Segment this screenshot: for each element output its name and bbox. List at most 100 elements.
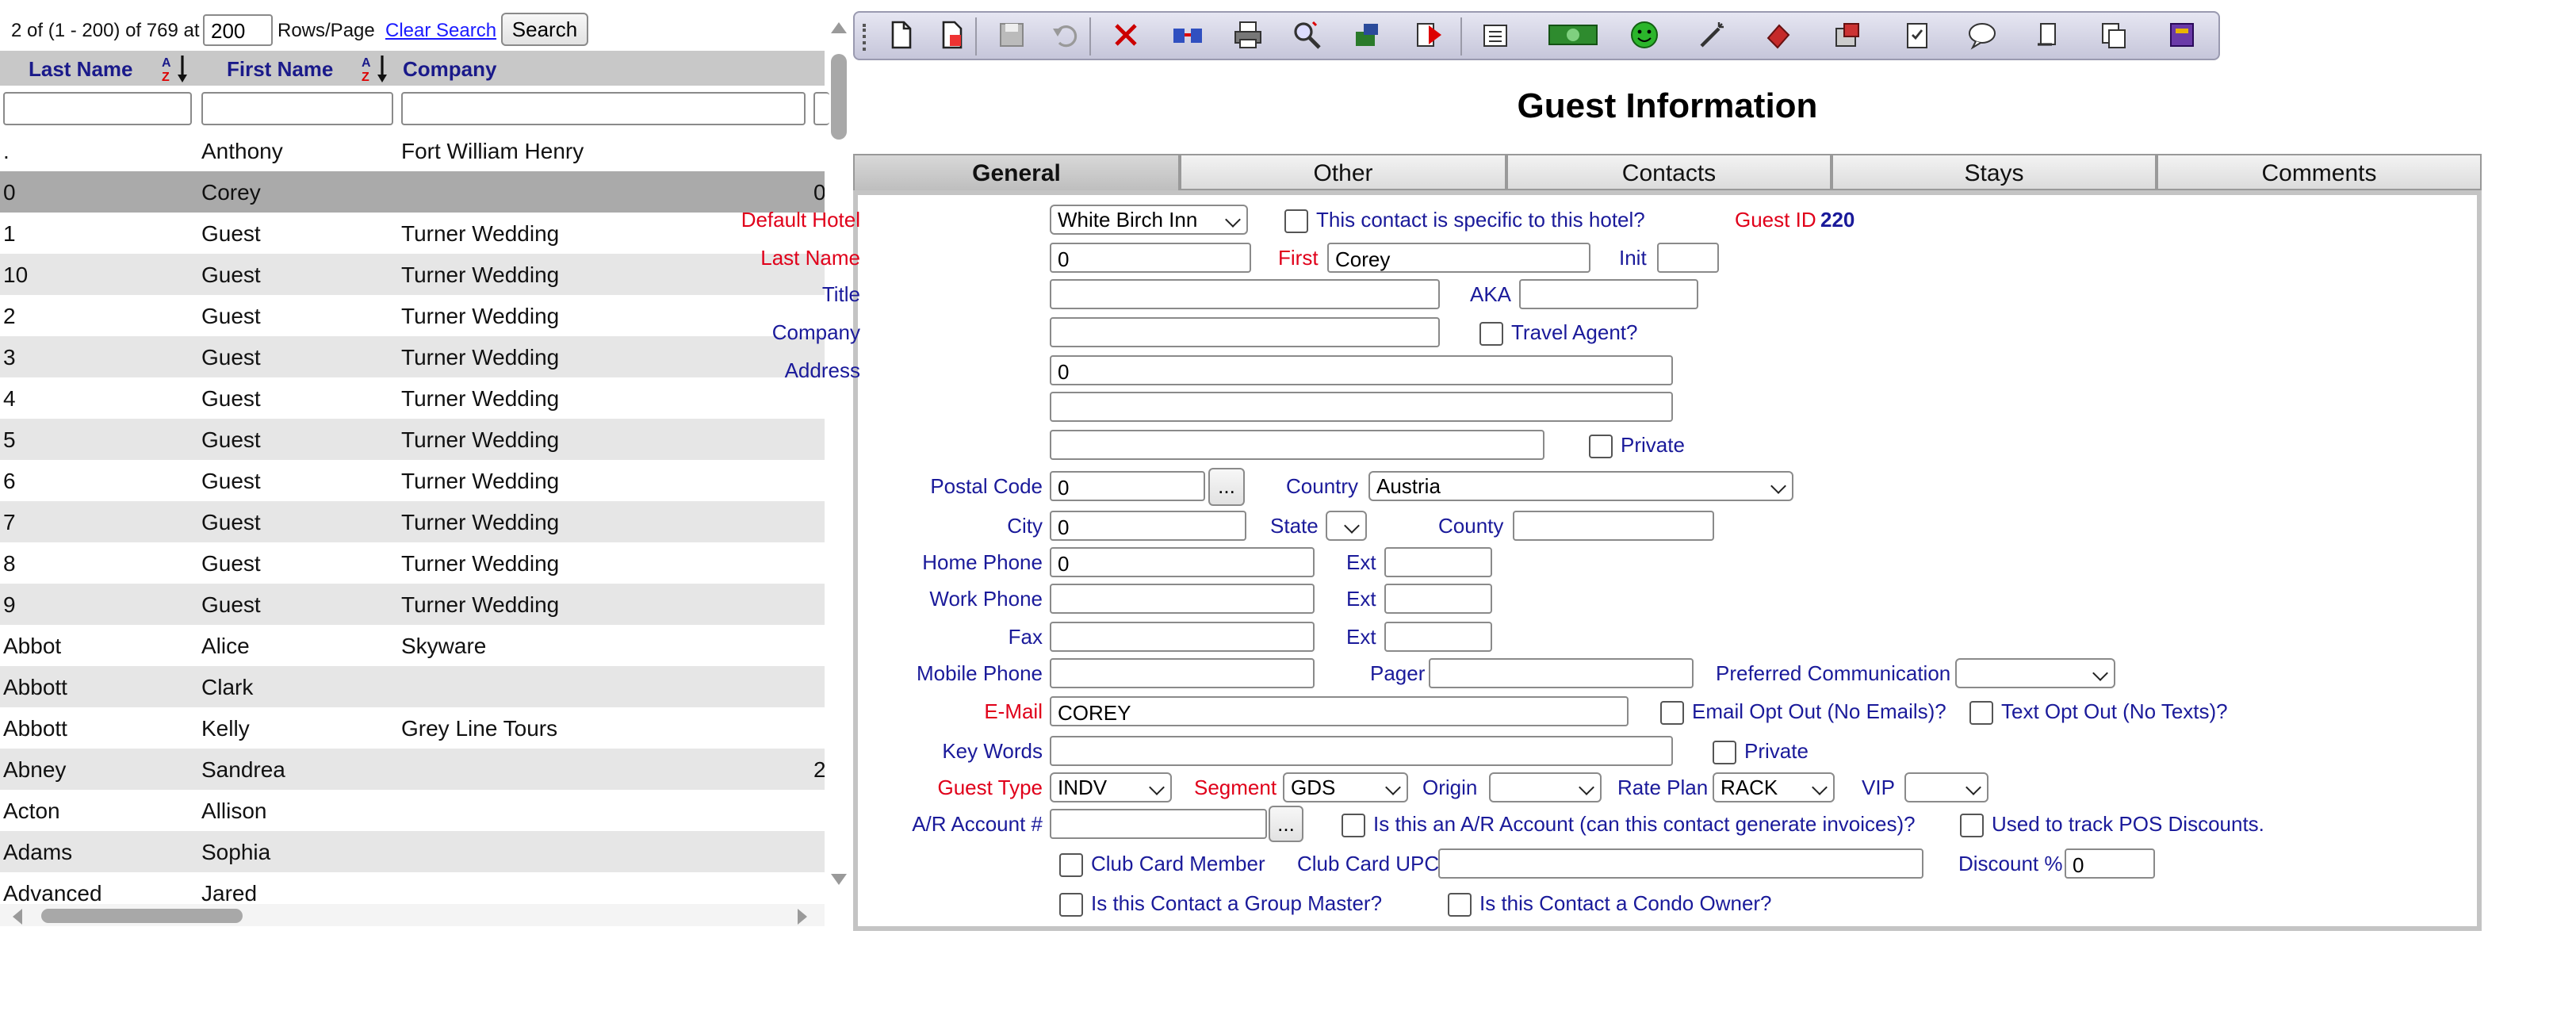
is-ar-account-checkbox[interactable] xyxy=(1342,814,1365,837)
comment-icon[interactable] xyxy=(1965,19,2000,54)
book-icon[interactable] xyxy=(2165,19,2199,54)
list-item[interactable]: 9 Guest Turner Wedding xyxy=(0,584,825,625)
list-item[interactable]: Abbott Clark xyxy=(0,666,825,707)
package-icon[interactable] xyxy=(1830,19,1865,54)
list-item[interactable]: 3 Guest Turner Wedding xyxy=(0,336,825,377)
list-item-selected[interactable]: 0Corey0 xyxy=(0,171,825,213)
print-icon[interactable] xyxy=(1231,19,1265,54)
export-icon[interactable] xyxy=(1411,19,1446,54)
eraser-icon[interactable] xyxy=(1760,19,1795,54)
list-item[interactable]: 10 Guest Turner Wedding xyxy=(0,254,825,295)
tab-stays[interactable]: Stays xyxy=(1832,154,2157,190)
fax-input[interactable] xyxy=(1050,622,1315,652)
club-card-member-checkbox[interactable] xyxy=(1059,853,1083,877)
specific-hotel-checkbox[interactable] xyxy=(1284,209,1308,233)
rows-per-page-input[interactable]: 200 xyxy=(203,14,273,46)
tab-general[interactable]: General xyxy=(853,154,1180,192)
rate-plan-select[interactable]: RACK xyxy=(1713,772,1835,802)
new-document-icon[interactable] xyxy=(883,19,918,54)
guest-type-select[interactable]: INDV xyxy=(1050,772,1172,802)
sort-az-icon[interactable]: AZ xyxy=(162,52,190,84)
scroll-right-arrow-icon[interactable] xyxy=(798,909,807,925)
horizontal-scrollbar[interactable] xyxy=(0,904,825,926)
company-input[interactable] xyxy=(1050,317,1440,347)
discount-input[interactable]: 0 xyxy=(2065,848,2155,879)
scroll-up-arrow-icon[interactable] xyxy=(831,22,847,33)
title-input[interactable] xyxy=(1050,279,1440,309)
segment-select[interactable]: GDS xyxy=(1283,772,1408,802)
list-item[interactable]: AbneySandrea2 xyxy=(0,749,825,790)
pager-input[interactable] xyxy=(1429,658,1694,688)
header-first-name[interactable]: First Name xyxy=(227,57,333,81)
search-zoom-icon[interactable] xyxy=(1289,19,1324,54)
postal-lookup-button[interactable]: ... xyxy=(1208,468,1245,506)
list-item[interactable]: 1 Guest Turner Wedding xyxy=(0,213,825,254)
pos-discounts-checkbox[interactable] xyxy=(1960,814,1984,837)
filter-extra-input[interactable] xyxy=(813,92,829,125)
header-last-name[interactable]: Last Name xyxy=(29,57,133,81)
address-private-checkbox[interactable] xyxy=(1589,435,1613,458)
save-icon[interactable] xyxy=(994,19,1029,54)
text-opt-out-checkbox[interactable] xyxy=(1969,701,1993,725)
address-line1-input[interactable]: 0 xyxy=(1050,355,1673,385)
list-item[interactable]: Abbot Alice Skyware xyxy=(0,625,825,666)
key-words-private-checkbox[interactable] xyxy=(1713,741,1736,764)
scroll-left-arrow-icon[interactable] xyxy=(13,909,22,925)
vip-select[interactable] xyxy=(1904,772,1988,802)
club-card-upc-input[interactable] xyxy=(1438,848,1923,879)
fax-ext-input[interactable] xyxy=(1384,622,1492,652)
tab-other[interactable]: Other xyxy=(1180,154,1506,190)
preferred-communication-select[interactable] xyxy=(1955,658,2115,688)
list-item[interactable]: Abbott Kelly Grey Line Tours xyxy=(0,707,825,749)
scroll-icon[interactable] xyxy=(2030,19,2065,54)
copy-document-icon[interactable] xyxy=(934,19,969,54)
work-ext-input[interactable] xyxy=(1384,584,1492,614)
filter-last-name-input[interactable] xyxy=(3,92,192,125)
ar-account-input[interactable] xyxy=(1050,809,1267,839)
postal-code-input[interactable]: 0 xyxy=(1050,471,1205,501)
copy-clipboard-icon[interactable] xyxy=(2096,19,2131,54)
scroll-down-arrow-icon[interactable] xyxy=(831,874,847,885)
search-button[interactable]: Search xyxy=(501,13,588,46)
money-icon[interactable] xyxy=(1548,19,1598,54)
home-phone-input[interactable]: 0 xyxy=(1050,547,1315,577)
smiley-icon[interactable] xyxy=(1627,19,1662,54)
list-item[interactable]: 7 Guest Turner Wedding xyxy=(0,501,825,542)
last-name-input[interactable]: 0 xyxy=(1050,243,1251,273)
list-item[interactable]: Acton Allison xyxy=(0,790,825,831)
condo-owner-checkbox[interactable] xyxy=(1448,893,1472,917)
city-input[interactable]: 0 xyxy=(1050,511,1246,541)
travel-agent-checkbox[interactable] xyxy=(1479,322,1503,346)
email-input[interactable]: COREY xyxy=(1050,696,1629,726)
list-item[interactable]: . Anthony Fort William Henry xyxy=(0,130,825,171)
clear-search-link[interactable]: Clear Search xyxy=(385,19,496,41)
list-item[interactable]: 6 Guest Turner Wedding xyxy=(0,460,825,501)
vertical-scrollbar[interactable] xyxy=(828,22,850,894)
ar-account-lookup-button[interactable]: ... xyxy=(1269,806,1303,842)
filter-company-input[interactable] xyxy=(401,92,806,125)
puzzle-icon[interactable] xyxy=(1349,19,1384,54)
list-item[interactable]: 5 Guest Turner Wedding xyxy=(0,419,825,460)
work-phone-input[interactable] xyxy=(1050,584,1315,614)
aka-input[interactable] xyxy=(1519,279,1698,309)
address-line3-input[interactable] xyxy=(1050,430,1544,460)
vertical-scroll-thumb[interactable] xyxy=(831,54,847,140)
magic-wand-icon[interactable] xyxy=(1695,19,1730,54)
list-item[interactable]: 2 Guest Turner Wedding xyxy=(0,295,825,336)
sort-az-icon[interactable]: AZ xyxy=(362,52,390,84)
home-ext-input[interactable] xyxy=(1384,547,1492,577)
merge-icon[interactable] xyxy=(1170,19,1205,54)
mobile-phone-input[interactable] xyxy=(1050,658,1315,688)
undo-icon[interactable] xyxy=(1047,19,1081,54)
tab-comments[interactable]: Comments xyxy=(2157,154,2482,190)
list-item[interactable]: Advanced Jared xyxy=(0,872,825,904)
list-item[interactable]: 8 Guest Turner Wedding xyxy=(0,542,825,584)
report-icon[interactable] xyxy=(1479,19,1514,54)
key-words-input[interactable] xyxy=(1050,736,1673,766)
first-name-input[interactable]: Corey xyxy=(1327,243,1590,273)
list-item[interactable]: 4 Guest Turner Wedding xyxy=(0,377,825,419)
state-select[interactable] xyxy=(1326,511,1367,541)
checklist-icon[interactable] xyxy=(1900,19,1935,54)
country-select[interactable]: Austria xyxy=(1368,471,1793,501)
group-master-checkbox[interactable] xyxy=(1059,893,1083,917)
